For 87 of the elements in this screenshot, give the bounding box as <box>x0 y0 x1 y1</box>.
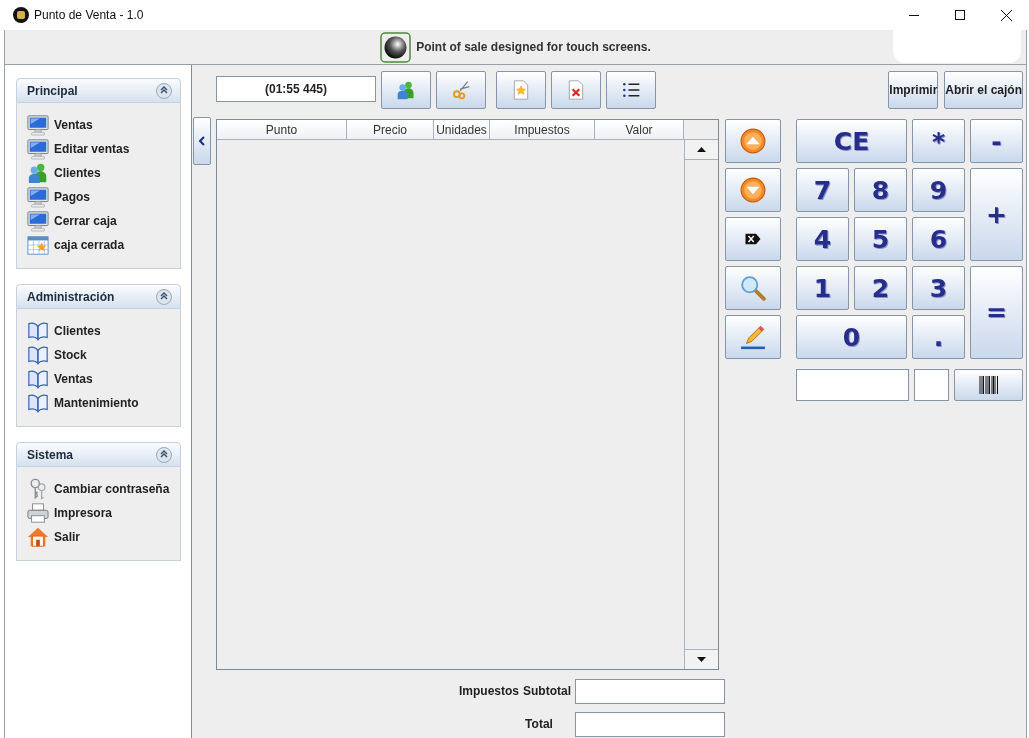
column-header[interactable]: Impuestos <box>490 120 595 140</box>
menu-item[interactable]: Stock <box>54 348 87 362</box>
book-icon <box>27 392 49 414</box>
printer-icon <box>27 502 49 524</box>
timer-display: (01:55 445) <box>216 76 376 102</box>
menu-item[interactable]: Clientes <box>54 166 101 180</box>
action-button[interactable]: Abrir el cajón <box>944 71 1023 109</box>
down-triangle-icon <box>697 657 706 662</box>
column-header[interactable]: Valor <box>595 120 684 140</box>
input-field[interactable] <box>796 369 909 401</box>
menu-item[interactable]: Ventas <box>54 372 93 386</box>
menu-item[interactable]: Salir <box>54 530 80 544</box>
menu-item[interactable]: Cambiar contraseña <box>54 482 170 496</box>
window-title: Punto de Venta - 1.0 <box>34 8 145 22</box>
people-icon <box>396 80 416 100</box>
calendar-icon <box>27 234 49 256</box>
monitor-icon <box>27 138 49 160</box>
app-logo-icon <box>13 7 29 23</box>
column-header[interactable]: Unidades <box>434 120 490 140</box>
keypad-key[interactable]: * <box>912 119 965 163</box>
scrollbar[interactable] <box>684 140 718 669</box>
keypad-key[interactable]: CE <box>796 119 907 163</box>
menu-item[interactable]: Impresora <box>54 506 113 520</box>
keypad-key[interactable]: 4 <box>796 217 849 261</box>
collapse-icon[interactable] <box>156 82 172 99</box>
left-chevron-icon <box>199 136 205 146</box>
menu-item[interactable]: Mantenimiento <box>54 396 139 410</box>
subtotal-label: Subtotal <box>523 684 571 698</box>
subtotal-field[interactable] <box>575 678 725 704</box>
panel-title: Sistema <box>27 447 74 462</box>
menu-item[interactable]: Cerrar caja <box>54 214 117 228</box>
scissors-icon <box>451 80 471 100</box>
up-triangle-icon <box>697 147 706 152</box>
minimize-icon <box>909 14 919 16</box>
menu-item[interactable]: Clientes <box>54 324 101 338</box>
keypad-key[interactable]: 1 <box>796 266 849 310</box>
keypad-key[interactable]: 3 <box>912 266 965 310</box>
book-icon <box>27 344 49 366</box>
total-field[interactable] <box>575 711 725 737</box>
keypad-key[interactable]: = <box>970 266 1023 359</box>
monitor-icon <box>27 210 49 232</box>
search-icon <box>740 275 766 301</box>
book-icon <box>27 320 49 342</box>
keypad-key[interactable]: 2 <box>854 266 907 310</box>
house-icon <box>27 526 49 548</box>
keypad-key[interactable]: . <box>912 315 965 359</box>
new-document-icon <box>511 80 531 100</box>
list-icon <box>621 80 641 100</box>
monitor-icon <box>27 186 49 208</box>
keypad-key[interactable]: 8 <box>854 168 907 212</box>
close-icon <box>1000 9 1012 21</box>
input-field[interactable] <box>914 369 949 401</box>
keypad-key[interactable]: 5 <box>854 217 907 261</box>
barcode-icon <box>976 373 1001 397</box>
keypad-key[interactable]: - <box>970 119 1023 163</box>
header-text: Point of sale designed for touch screens. <box>416 40 651 54</box>
collapse-icon[interactable] <box>156 288 172 305</box>
collapse-icon[interactable] <box>156 446 172 463</box>
book-icon <box>27 368 49 390</box>
total-label: Total <box>525 717 553 731</box>
side-button[interactable] <box>725 217 781 261</box>
panel-title: Principal <box>27 83 78 98</box>
toolbar-button[interactable] <box>381 71 431 109</box>
keypad-key[interactable]: 6 <box>912 217 965 261</box>
maximize-icon <box>955 10 965 20</box>
scroll-down-button[interactable] <box>685 649 718 669</box>
monitor-icon <box>27 114 49 136</box>
column-header[interactable]: Punto <box>217 120 347 140</box>
scroll-up-button[interactable] <box>685 140 718 160</box>
collapse-sidebar-button[interactable] <box>193 117 211 165</box>
keypad-key[interactable]: 7 <box>796 168 849 212</box>
panel-title: Administración <box>27 289 115 304</box>
keypad-key[interactable]: 0 <box>796 315 907 359</box>
pencil-icon <box>740 324 766 350</box>
action-button[interactable]: Imprimir <box>888 71 939 109</box>
people-icon <box>27 162 49 184</box>
barcode-button[interactable] <box>954 369 1023 401</box>
menu-item[interactable]: caja cerrada <box>54 238 125 252</box>
menu-item[interactable]: Ventas <box>54 118 93 132</box>
menu-item[interactable]: Pagos <box>54 190 90 204</box>
keypad-key[interactable]: + <box>970 168 1023 261</box>
column-header[interactable]: Precio <box>347 120 434 140</box>
delete-document-icon <box>566 80 586 100</box>
tax-label: Impuestos <box>459 684 519 698</box>
keypad-key[interactable]: 9 <box>912 168 965 212</box>
toolbar-button[interactable] <box>606 71 656 109</box>
menu-item[interactable]: Editar ventas <box>54 142 130 156</box>
